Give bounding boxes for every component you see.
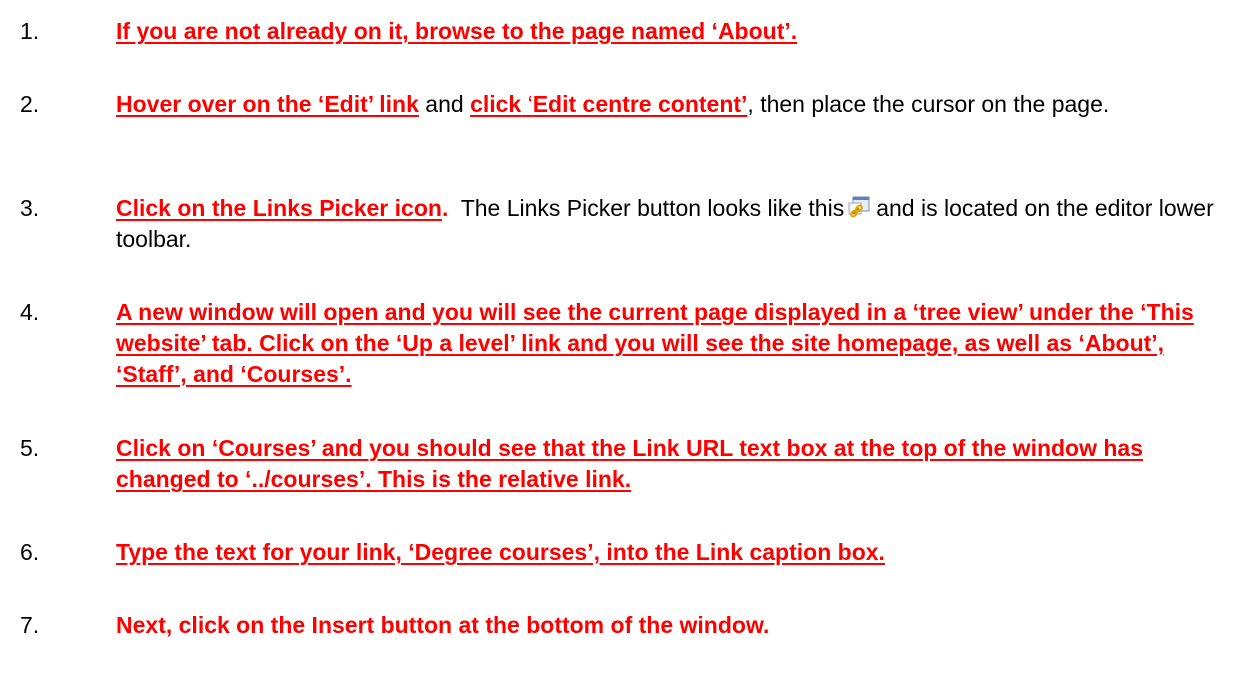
instruction-text: Click on the Links Picker icon: [116, 195, 442, 221]
step-number: 2.: [20, 91, 40, 117]
step-number: 4.: [20, 299, 40, 325]
step-text: Click on ‘Courses’ and you should see th…: [116, 433, 1226, 495]
step-number: 7.: [20, 612, 40, 638]
step-text: A new window will open and you will see …: [116, 297, 1226, 390]
instruction-text: Type the text for your link, ‘Degree cou…: [116, 539, 885, 565]
step-number: 1.: [20, 18, 40, 44]
links-picker-icon: [848, 196, 870, 218]
instruction-text: If you are not already on it, browse to …: [116, 18, 798, 44]
step-text: Next, click on the Insert button at the …: [116, 610, 1226, 641]
step-number: 5.: [20, 435, 40, 461]
plain-text: The Links Picker button looks like this: [448, 195, 845, 221]
step-text: Click on the Links Picker icon. The Link…: [116, 193, 1226, 255]
instruction-text: click: [470, 91, 522, 117]
step-text: If you are not already on it, browse to …: [116, 16, 1226, 47]
instruction-text: Hover over on the ‘Edit’ link: [116, 91, 419, 117]
step-number: 6.: [20, 539, 40, 565]
step-text: Type the text for your link, ‘Degree cou…: [116, 537, 1226, 568]
instruction-text: Next, click on the Insert button at the …: [116, 612, 770, 638]
step-number: 3.: [20, 195, 40, 221]
plain-text: , then place the cursor on the page.: [747, 91, 1110, 117]
instruction-text: ‘: [521, 91, 533, 117]
step-text: Hover over on the ‘Edit’ link and click …: [116, 89, 1226, 120]
instruction-text: Click on ‘Courses’ and you should see th…: [116, 435, 1144, 492]
instruction-text: A new window will open and you will see …: [116, 299, 1194, 387]
plain-text: and: [418, 91, 471, 117]
instruction-text: Edit centre content’: [532, 91, 748, 117]
